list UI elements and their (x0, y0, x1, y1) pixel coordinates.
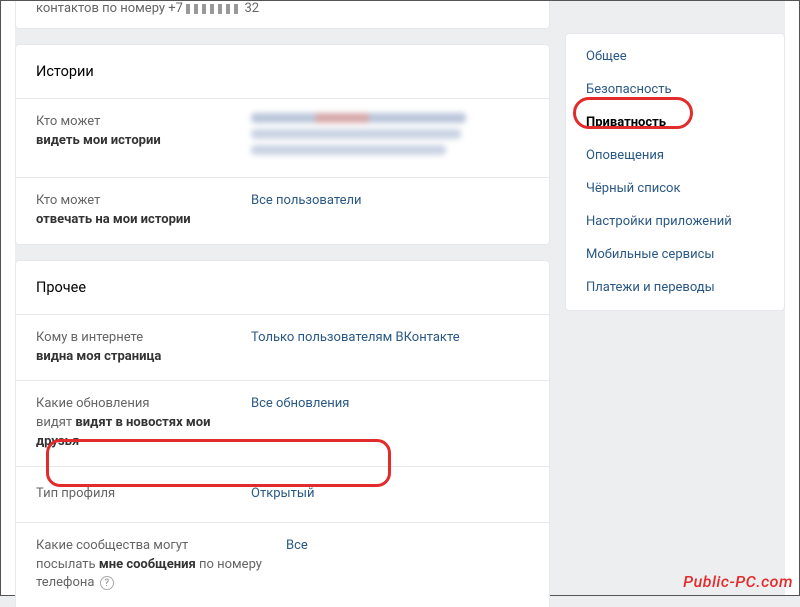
window-frame: контактов по номеру +7 32 Истории Кто мо… (0, 0, 800, 596)
stories-section: Истории Кто может видеть мои истории (15, 44, 550, 245)
sidebar-item-privacy[interactable]: Приватность (566, 106, 784, 139)
row-label: Тип профиля (36, 485, 251, 504)
row-label: Кому в интернете видна моя страница (36, 329, 251, 367)
row-value-link[interactable]: Только пользователям ВКонтакте (251, 329, 460, 348)
row-value-link[interactable]: Все обновления (251, 395, 349, 414)
row-label: Кто может видеть мои истории (36, 113, 251, 151)
sidebar-menu: Общее Безопасность Приватность Оповещени… (565, 33, 785, 311)
sidebar-item-notifications[interactable]: Оповещения (566, 139, 784, 172)
setting-row-profile-type: Тип профиля Открытый (16, 466, 549, 522)
sidebar-item-general[interactable]: Общее (566, 40, 784, 73)
row-value-link[interactable]: Все (286, 537, 308, 556)
sidebar-item-payments[interactable]: Платежи и переводы (566, 271, 784, 304)
contacts-by-phone-row: контактов по номеру +7 32 (16, 1, 549, 28)
row-value-link[interactable]: Открытый (251, 485, 314, 504)
row-value-blurred[interactable] (251, 113, 471, 163)
sidebar-item-app-settings[interactable]: Настройки приложений (566, 205, 784, 238)
row-value-link[interactable]: Все пользователи (251, 192, 362, 211)
other-title: Прочее (16, 261, 549, 315)
page-body: контактов по номеру +7 32 Истории Кто мо… (15, 1, 785, 595)
row-label: Какие сообщества могут посылать мне сооб… (36, 537, 286, 594)
row-label: Какие обновления видят видят в новостях … (36, 395, 251, 452)
row-label: Кто может отвечать на мои истории (36, 192, 251, 230)
setting-row-reply-stories: Кто может отвечать на мои истории Все по… (16, 177, 549, 244)
setting-row-community-messages: Какие сообщества могут посылать мне сооб… (16, 522, 549, 607)
setting-row-news-updates: Какие обновления видят видят в новостях … (16, 380, 549, 466)
contacts-card-partial: контактов по номеру +7 32 (15, 1, 550, 29)
settings-sidebar: Общее Безопасность Приватность Оповещени… (565, 1, 785, 595)
other-section: Прочее Кому в интернете видна моя страни… (15, 260, 550, 607)
sidebar-item-blacklist[interactable]: Чёрный список (566, 172, 784, 205)
main-column: контактов по номеру +7 32 Истории Кто мо… (15, 1, 550, 595)
sidebar-item-security[interactable]: Безопасность (566, 73, 784, 106)
stories-title: Истории (16, 45, 549, 99)
redacted-phone-digits (186, 4, 241, 14)
sidebar-item-mobile[interactable]: Мобильные сервисы (566, 238, 784, 271)
help-icon[interactable]: ? (100, 576, 114, 590)
watermark: Public-PC.com (683, 572, 793, 591)
contacts-phone-suffix: 32 (244, 1, 259, 16)
setting-row-see-stories: Кто может видеть мои истории (16, 99, 549, 177)
contacts-phone-prefix: контактов по номеру +7 (36, 1, 183, 16)
setting-row-page-visibility: Кому в интернете видна моя страница Толь… (16, 315, 549, 381)
